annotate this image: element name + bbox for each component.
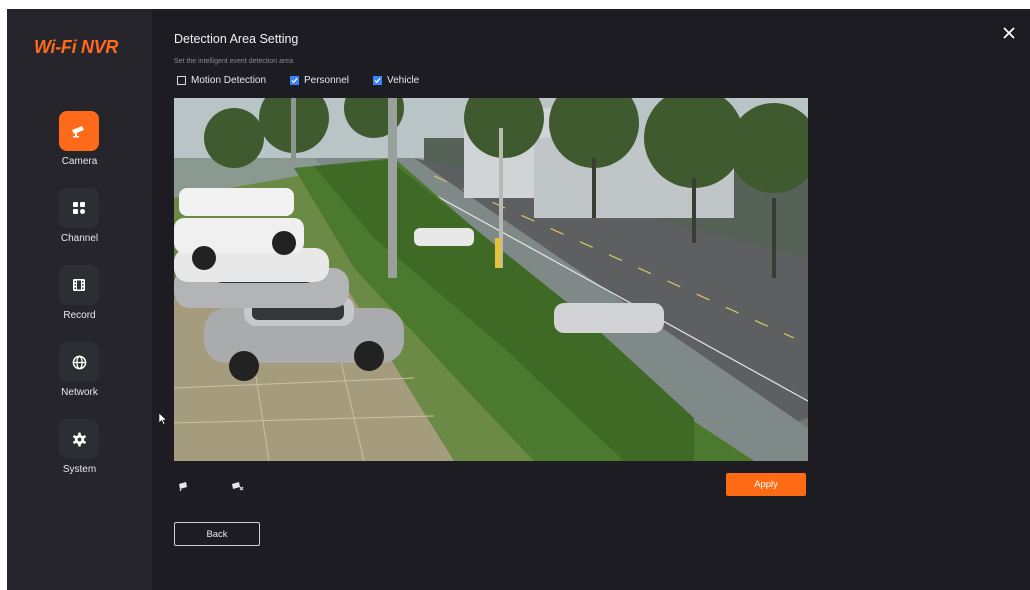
- personnel-checkbox[interactable]: Personnel: [290, 75, 349, 86]
- back-button[interactable]: Back: [174, 522, 260, 546]
- sidebar-item-system[interactable]: System: [7, 419, 152, 489]
- apply-button[interactable]: Apply: [726, 473, 806, 496]
- camera-icon: [59, 111, 99, 151]
- page-subtitle: Set the intelligent event detection area: [174, 58, 294, 65]
- clear-area-icon[interactable]: [231, 479, 244, 497]
- page-title: Detection Area Setting: [174, 32, 299, 46]
- vehicle-checkbox[interactable]: Vehicle: [373, 75, 419, 86]
- sidebar-item-camera[interactable]: Camera: [7, 111, 152, 181]
- draw-area-icon[interactable]: [178, 479, 190, 497]
- sidebar: Wi-Fi NVR Camera Channel Record Network: [7, 9, 152, 590]
- sidebar-item-label: Camera: [61, 156, 98, 167]
- sidebar-item-network[interactable]: Network: [7, 342, 152, 412]
- sidebar-item-channel[interactable]: Channel: [7, 188, 152, 258]
- camera-feed-image: [174, 98, 808, 461]
- sidebar-item-label: System: [62, 464, 97, 475]
- camera-preview[interactable]: [174, 98, 808, 461]
- checkbox-label: Personnel: [304, 75, 350, 86]
- mouse-cursor-icon: [158, 412, 168, 430]
- sidebar-item-record[interactable]: Record: [7, 265, 152, 335]
- sidebar-item-label: Channel: [60, 233, 99, 244]
- film-icon: [59, 265, 99, 305]
- channel-grid-icon: [59, 188, 99, 228]
- app-window: Wi-Fi NVR Camera Channel Record Network: [7, 9, 1030, 590]
- brand-logo: Wi-Fi NVR: [34, 37, 119, 57]
- sidebar-item-label: Network: [61, 387, 98, 398]
- close-icon[interactable]: [1003, 26, 1015, 44]
- globe-icon: [59, 342, 99, 382]
- checkbox-checked-icon: [290, 76, 299, 85]
- gear-icon: [59, 419, 99, 459]
- motion-detection-checkbox[interactable]: Motion Detection: [177, 75, 266, 86]
- checkbox-label: Motion Detection: [191, 75, 267, 86]
- checkbox-checked-icon: [373, 76, 382, 85]
- checkbox-label: Vehicle: [387, 75, 420, 86]
- checkbox-unchecked-icon: [177, 76, 186, 85]
- sidebar-item-label: Record: [63, 310, 96, 321]
